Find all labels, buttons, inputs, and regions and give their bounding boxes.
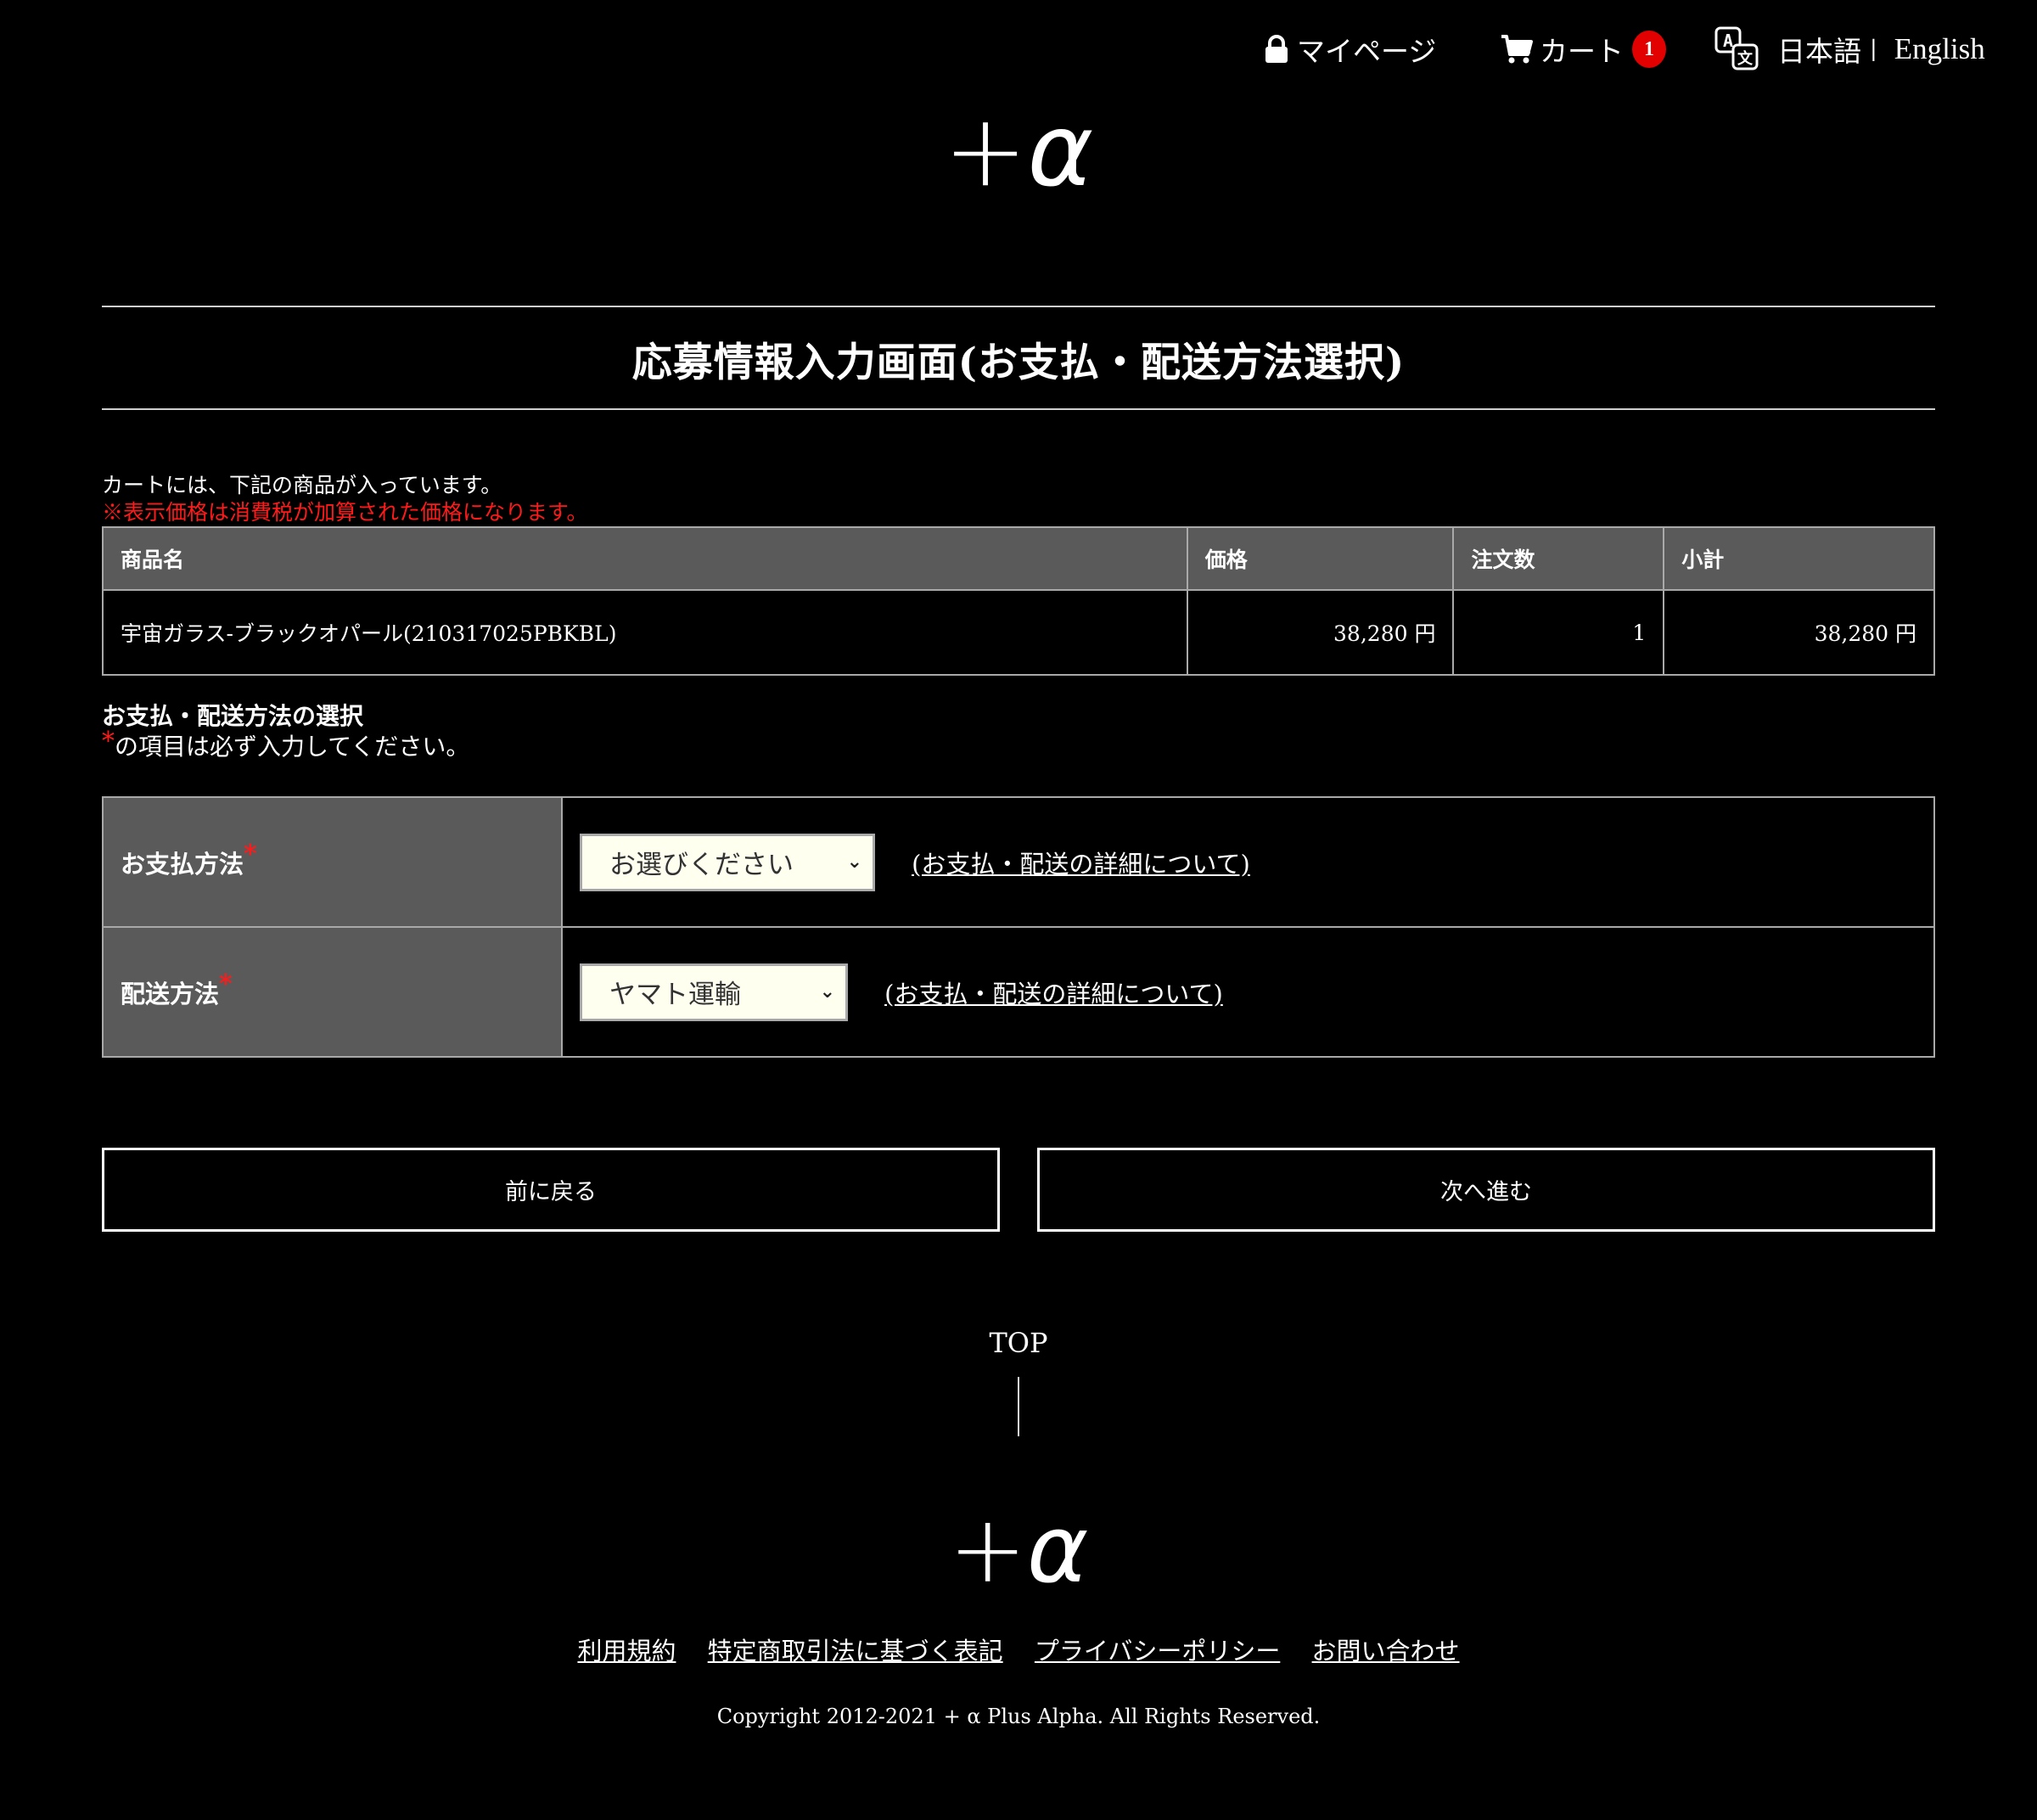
payment-method-select[interactable]: お選びください ⌄ [580, 833, 875, 891]
top-line-divider [1018, 1377, 1019, 1436]
chevron-down-icon: ⌄ [819, 981, 835, 1003]
cart-table: 商品名 価格 注文数 小計 宇宙ガラス-ブラックオパール(210317025PB… [102, 526, 1935, 676]
delivery-selected-value: ヤマト運輸 [609, 980, 741, 1010]
product-subtotal: 38,280 円 [1663, 589, 1935, 676]
cart-link[interactable]: カート 1 [1501, 29, 1666, 70]
delivery-method-select[interactable]: ヤマト運輸 ⌄ [580, 963, 848, 1021]
payment-cell: お選びください ⌄ (お支払・配送の詳細について) [561, 796, 1935, 928]
logo-plus: + [948, 1495, 1027, 1604]
required-asterisk: * [102, 727, 115, 756]
mypage-link[interactable]: マイページ [1265, 29, 1436, 70]
svg-text:文: 文 [1737, 49, 1754, 68]
mypage-label: マイページ [1297, 35, 1437, 68]
language-switcher: A 文 日本語 | English [1714, 26, 1985, 72]
back-to-top-link[interactable]: TOP [0, 1327, 2037, 1359]
required-note: *の項目は必ず入力してください。 [102, 727, 470, 762]
logo-alpha: α [1026, 1495, 1089, 1604]
title-bottom-divider [102, 408, 1935, 410]
delivery-label-text: 配送方法 [121, 979, 220, 1008]
payment-delivery-form: お支払方法* お選びください ⌄ (お支払・配送の詳細について) 配送方法* ヤ… [102, 796, 1935, 1058]
col-header-product: 商品名 [102, 526, 1188, 591]
required-asterisk: * [219, 969, 233, 999]
copyright: Copyright 2012-2021 + α Plus Alpha. All … [716, 1705, 1321, 1728]
logo-plus: + [943, 92, 1028, 209]
payment-label: お支払方法* [102, 796, 563, 928]
delivery-row: 配送方法* ヤマト運輸 ⌄ (お支払・配送の詳細について) [102, 926, 1935, 1058]
lang-separator: | [1870, 37, 1877, 62]
translate-icon: A 文 [1714, 26, 1760, 72]
footer-link-terms[interactable]: 利用規約 [577, 1637, 676, 1666]
delivery-cell: ヤマト運輸 ⌄ (お支払・配送の詳細について) [561, 926, 1935, 1058]
footer-link-privacy[interactable]: プライバシーポリシー [1035, 1637, 1280, 1666]
col-header-price: 価格 [1186, 526, 1455, 591]
site-logo[interactable]: +α [0, 100, 2037, 200]
payment-row: お支払方法* お選びください ⌄ (お支払・配送の詳細について) [102, 796, 1935, 928]
footer-links: 利用規約 特定商取引法に基づく表記 プライバシーポリシー お問い合わせ [0, 1632, 2037, 1667]
product-price: 38,280 円 [1186, 589, 1455, 676]
product-name: 宇宙ガラス-ブラックオパール(210317025PBKBL) [102, 589, 1188, 676]
lock-icon [1265, 35, 1288, 64]
payment-label-text: お支払方法 [121, 849, 244, 879]
cart-count-badge: 1 [1632, 31, 1666, 68]
tax-note: ※表示価格は消費税が加算された価格になります。 [102, 500, 588, 525]
required-note-text: の項目は必ず入力してください。 [115, 733, 470, 761]
next-button[interactable]: 次へ進む [1037, 1148, 1935, 1232]
footer-link-contact[interactable]: お問い合わせ [1312, 1637, 1460, 1666]
cart-icon [1501, 34, 1533, 65]
cart-label: カート [1540, 35, 1624, 68]
delivery-detail-link[interactable]: (お支払・配送の詳細について) [884, 980, 1223, 1008]
col-header-quantity: 注文数 [1452, 526, 1665, 591]
payment-selected-value: お選びください [609, 850, 794, 880]
cart-table-header: 商品名 価格 注文数 小計 [102, 526, 1935, 591]
product-quantity: 1 [1452, 589, 1665, 676]
lang-english-link[interactable]: English [1894, 32, 1985, 66]
chevron-down-icon: ⌄ [846, 851, 862, 873]
col-header-subtotal: 小計 [1663, 526, 1935, 591]
footer-link-commercial-law[interactable]: 特定商取引法に基づく表記 [708, 1637, 1003, 1666]
section-heading: お支払・配送方法の選択 [102, 702, 364, 730]
lang-japanese-link[interactable]: 日本語 [1777, 29, 1861, 70]
footer-logo[interactable]: +α [0, 1503, 2037, 1596]
required-asterisk: * [244, 839, 257, 869]
logo-alpha: α [1027, 92, 1094, 209]
delivery-label: 配送方法* [102, 926, 563, 1058]
cart-intro-text: カートには、下記の商品が入っています。 [102, 473, 502, 497]
svg-text:A: A [1723, 31, 1733, 51]
title-top-divider [102, 306, 1935, 307]
back-button[interactable]: 前に戻る [102, 1148, 1000, 1232]
table-row: 宇宙ガラス-ブラックオパール(210317025PBKBL) 38,280 円 … [102, 589, 1935, 676]
payment-detail-link[interactable]: (お支払・配送の詳細について) [912, 850, 1250, 879]
page-title: 応募情報入力画面(お支払・配送方法選択) [631, 340, 1406, 386]
